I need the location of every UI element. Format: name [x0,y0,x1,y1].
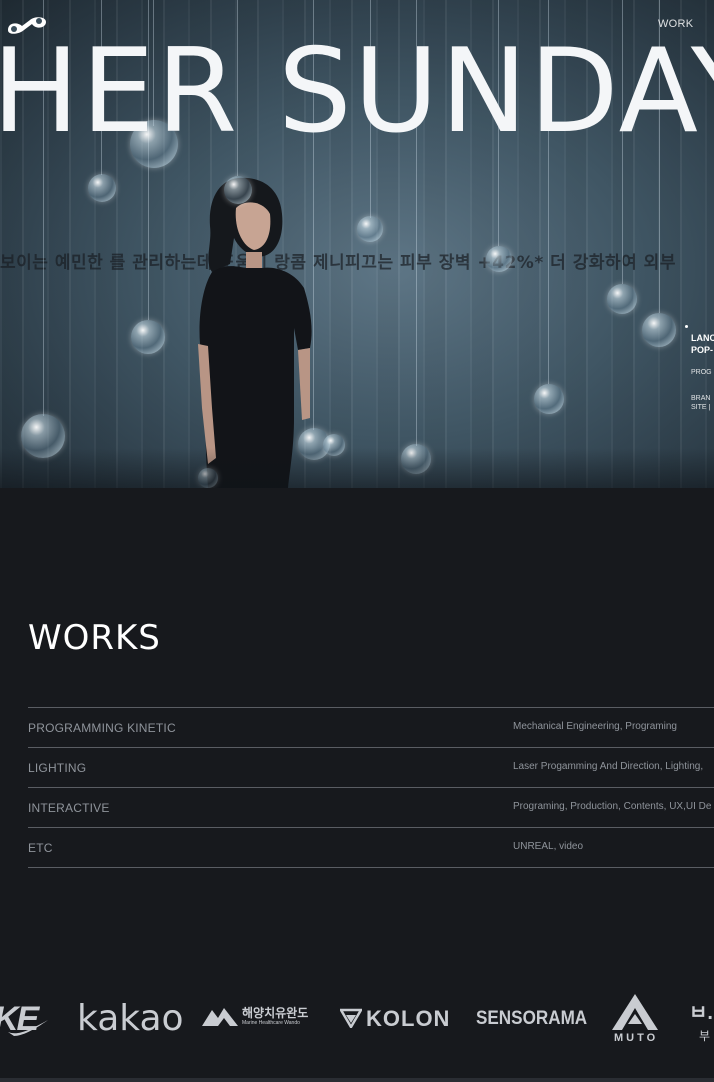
work-row-interactive[interactable]: INTERACTIVE Programing, Production, Cont… [28,788,714,828]
glass-bubble [642,313,676,347]
hero-floor-shadow [0,448,714,488]
project-side-info[interactable]: LANC POP- PROG BRAN SITE | [691,332,714,413]
work-description: Mechanical Engineering, Programing [513,721,677,732]
client-logo-partial: ㅂ. 부 [689,996,713,1044]
client-logo-sensorama: SENSORAMA [476,1008,588,1029]
client-logos: KE kakao 해양치유완도 Marine Healthcare Wando … [0,990,714,1052]
project-indicator-dot [685,325,688,328]
project-category: PROG [691,369,712,377]
haeyang-english-name: Marine Healthcare Wando [242,1020,300,1026]
mountain-wave-mark-icon [202,1008,238,1026]
haeyang-korean-name: 해양치유완도 [242,1006,309,1020]
hero-background-text: 보이는 예민한 를 관리하는데 도움이 랑콤 제니피끄는 피부 장벽 +42%*… [0,253,676,273]
glass-bubble [88,174,116,202]
work-category: PROGRAMMING KINETIC [28,721,176,735]
works-list: PROGRAMMING KINETIC Mechanical Engineeri… [28,707,714,868]
client-logo-kolon: KOLON [338,1006,451,1032]
glass-bubble [224,176,252,204]
client-logo-haeyang: 해양치유완도 Marine Healthcare Wando [202,1006,308,1031]
work-row-programming-kinetic[interactable]: PROGRAMMING KINETIC Mechanical Engineeri… [28,708,714,748]
project-title-line2: POP- [691,345,714,356]
nav-work-link[interactable]: WORK [658,18,693,30]
works-heading: WORKS [28,618,161,658]
work-description: UNREAL, video [513,841,584,852]
project-title-line1: LANC [691,333,714,343]
work-row-lighting[interactable]: LIGHTING Laser Progamming And Direction,… [28,748,714,788]
nike-swoosh-icon [8,1020,48,1036]
infinity-loop-logo-icon[interactable] [4,10,50,36]
footer-divider [0,1078,714,1082]
hero-section: 보이는 예민한 를 관리하는데 도움이 랑콤 제니피끄는 피부 장벽 +42%*… [0,0,714,488]
client-logo-nike: KE [0,1000,48,1039]
partial-logo-sub: 부 [699,1029,711,1043]
project-meta-line2: SITE | [691,404,711,412]
glass-bubble [534,384,564,414]
kolon-wordmark: KOLON [366,1006,451,1031]
partial-logo-main: ㅂ. [689,1002,713,1024]
glass-bubble [607,284,637,314]
glass-bubble [131,320,165,354]
work-category: INTERACTIVE [28,801,110,815]
work-description: Laser Progamming And Direction, Lighting… [513,761,704,772]
work-category: ETC [28,841,53,855]
work-category: LIGHTING [28,761,87,775]
client-logo-kakao: kakao [77,998,184,1039]
work-row-etc[interactable]: ETC UNREAL, video [28,828,714,868]
muto-wordmark: MUTO [614,1032,659,1044]
project-meta-line1: BRAN [691,394,711,402]
kolon-triangle-mark-icon [338,1008,364,1030]
muto-a-mark-icon [612,994,658,1030]
work-description: Programing, Production, Contents, UX,UI … [513,801,712,812]
hero-title: HER SUNDAY [0,24,714,159]
glass-bubble [357,216,383,242]
client-logo-muto: MUTO [612,994,662,1046]
glass-bubble [486,246,512,272]
